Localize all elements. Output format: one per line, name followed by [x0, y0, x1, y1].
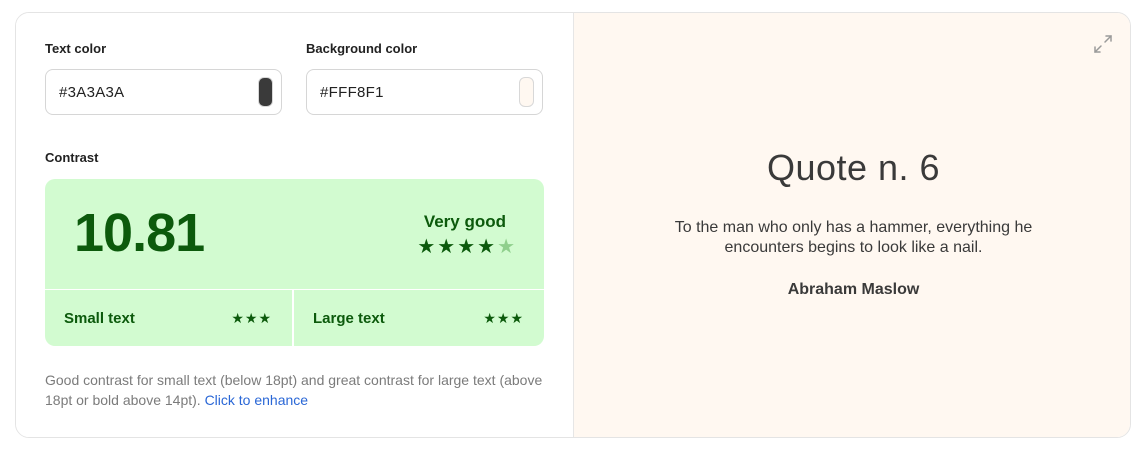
background-color-label: Background color: [306, 41, 418, 56]
preview-pane: Quote n. 6 To the man who only has a ham…: [573, 13, 1130, 437]
contrast-label: Contrast: [45, 150, 99, 165]
expand-icon[interactable]: [1092, 33, 1114, 55]
contrast-description: Good contrast for small text (below 18pt…: [45, 370, 545, 410]
contrast-rating: Very good: [423, 212, 506, 231]
quote-title: Quote n. 6: [766, 147, 941, 188]
small-text-label: Small text: [64, 309, 135, 327]
quote-text: To the man who only has a hammer, everyt…: [674, 219, 1033, 256]
contrast-ratio: 10.81: [74, 203, 205, 263]
background-color-swatch[interactable]: [519, 77, 534, 107]
contrast-score-panel: 10.81 Very good ★ ★ ★ ★ ★: [45, 179, 544, 289]
star-empty-icon: ★: [497, 236, 515, 258]
small-text-result: Small text ★★★: [45, 290, 292, 346]
rating-stars: ★ ★ ★ ★ ★: [417, 237, 515, 257]
background-color-field[interactable]: [306, 69, 543, 115]
background-color-input[interactable]: [320, 83, 519, 101]
enhance-link[interactable]: Click to enhance: [205, 392, 309, 408]
contrast-result: 10.81 Very good ★ ★ ★ ★ ★ Small text ★★★ Lar…: [45, 179, 544, 346]
star-filled-icon: ★: [477, 236, 496, 258]
star-filled-icon: ★: [457, 236, 476, 258]
large-text-result: Large text ★★★: [294, 290, 544, 346]
small-text-stars: ★★★: [231, 309, 272, 326]
contrast-checker-card: Text color Background color Contrast 10.…: [15, 12, 1131, 438]
text-color-input[interactable]: [59, 83, 258, 101]
text-color-label: Text color: [45, 41, 107, 56]
star-filled-icon: ★: [437, 236, 456, 258]
star-filled-icon: ★: [417, 236, 436, 258]
quote-author: Abraham Maslow: [787, 281, 920, 298]
text-color-swatch[interactable]: [258, 77, 273, 107]
controls-pane: Text color Background color Contrast 10.…: [16, 13, 573, 437]
text-color-field[interactable]: [45, 69, 282, 115]
large-text-label: Large text: [313, 309, 385, 327]
large-text-stars: ★★★: [483, 309, 524, 326]
